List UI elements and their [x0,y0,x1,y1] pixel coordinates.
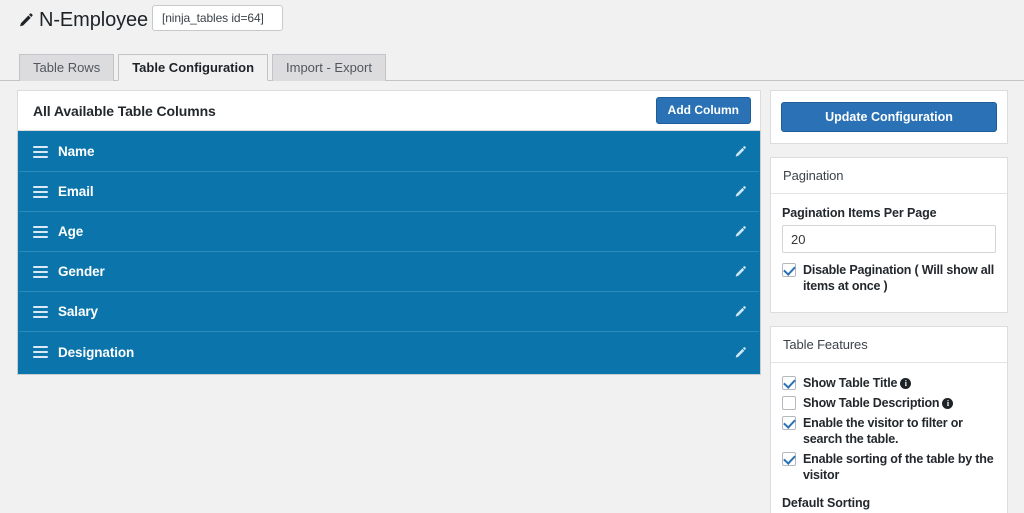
tab-table-rows[interactable]: Table Rows [19,54,114,81]
pagination-items-label: Pagination Items Per Page [782,206,996,220]
show-table-title-label: Show Table Title [803,376,897,390]
column-label: Salary [58,304,98,319]
pagination-items-input[interactable] [782,225,996,253]
column-label: Gender [58,264,105,279]
columns-panel: All Available Table Columns Add Column N… [17,90,761,375]
column-list: Name Email Age [17,131,761,375]
table-row[interactable]: Name [19,132,759,172]
enable-sorting-row[interactable]: Enable sorting of the table by the visit… [782,451,996,483]
column-row-left: Designation [33,345,134,360]
add-column-button[interactable]: Add Column [656,97,751,123]
update-config-card: Update Configuration [770,90,1008,144]
drag-handle-icon[interactable] [33,306,48,318]
column-row-left: Gender [33,264,105,279]
drag-handle-icon[interactable] [33,226,48,238]
drag-handle-icon[interactable] [33,146,48,158]
update-configuration-button[interactable]: Update Configuration [781,102,997,132]
table-row[interactable]: Designation [19,332,759,372]
column-row-left: Email [33,184,94,199]
disable-pagination-label: Disable Pagination ( Will show all items… [803,262,996,294]
default-sorting-label: Default Sorting [782,496,996,510]
tab-table-configuration[interactable]: Table Configuration [118,54,268,81]
enable-filter-search-checkbox[interactable] [782,416,796,430]
column-label: Age [58,224,83,239]
disable-pagination-row[interactable]: Disable Pagination ( Will show all items… [782,262,996,294]
edit-pencil-icon[interactable] [734,305,747,318]
enable-filter-search-label: Enable the visitor to filter or search t… [803,415,996,447]
disable-pagination-checkbox[interactable] [782,263,796,277]
table-row[interactable]: Age [19,212,759,252]
table-features-card: Table Features Show Table Titlei Show Ta… [770,326,1008,513]
table-row[interactable]: Email [19,172,759,212]
show-table-title-checkbox[interactable] [782,376,796,390]
tab-bar: Table Rows Table Configuration Import - … [0,54,1024,81]
show-table-description-label: Show Table Description [803,396,939,410]
edit-pencil-icon[interactable] [734,265,747,278]
pagination-card: Pagination Pagination Items Per Page Dis… [770,157,1008,313]
column-row-left: Salary [33,304,98,319]
enable-filter-search-row[interactable]: Enable the visitor to filter or search t… [782,415,996,447]
show-table-title-label-wrap: Show Table Titlei [803,375,911,391]
page-header: N-Employee List [ninja_tables id=64] [0,0,1024,40]
column-label: Email [58,184,94,199]
show-table-description-checkbox[interactable] [782,396,796,410]
column-row-left: Name [33,144,94,159]
enable-sorting-label: Enable sorting of the table by the visit… [803,451,996,483]
table-features-card-title: Table Features [771,327,1007,363]
sidebar: Update Configuration Pagination Paginati… [770,90,1008,513]
edit-pencil-icon[interactable] [734,346,747,359]
shortcode-field[interactable]: [ninja_tables id=64] [152,5,283,31]
table-row[interactable]: Salary [19,292,759,332]
edit-pencil-icon[interactable] [734,225,747,238]
show-table-description-label-wrap: Show Table Descriptioni [803,395,953,411]
column-label: Name [58,144,94,159]
drag-handle-icon[interactable] [33,186,48,198]
column-row-left: Age [33,224,83,239]
pencil-icon [18,12,34,28]
column-label: Designation [58,345,134,360]
info-icon[interactable]: i [900,378,911,389]
drag-handle-icon[interactable] [33,266,48,278]
show-table-title-row[interactable]: Show Table Titlei [782,375,996,391]
tab-import-export[interactable]: Import - Export [272,54,386,81]
pagination-card-title: Pagination [771,158,1007,194]
drag-handle-icon[interactable] [33,346,48,358]
columns-panel-header: All Available Table Columns Add Column [17,90,761,131]
edit-pencil-icon[interactable] [734,185,747,198]
table-row[interactable]: Gender [19,252,759,292]
columns-panel-title: All Available Table Columns [33,103,216,119]
show-table-description-row[interactable]: Show Table Descriptioni [782,395,996,411]
enable-sorting-checkbox[interactable] [782,452,796,466]
info-icon[interactable]: i [942,398,953,409]
edit-pencil-icon[interactable] [734,145,747,158]
